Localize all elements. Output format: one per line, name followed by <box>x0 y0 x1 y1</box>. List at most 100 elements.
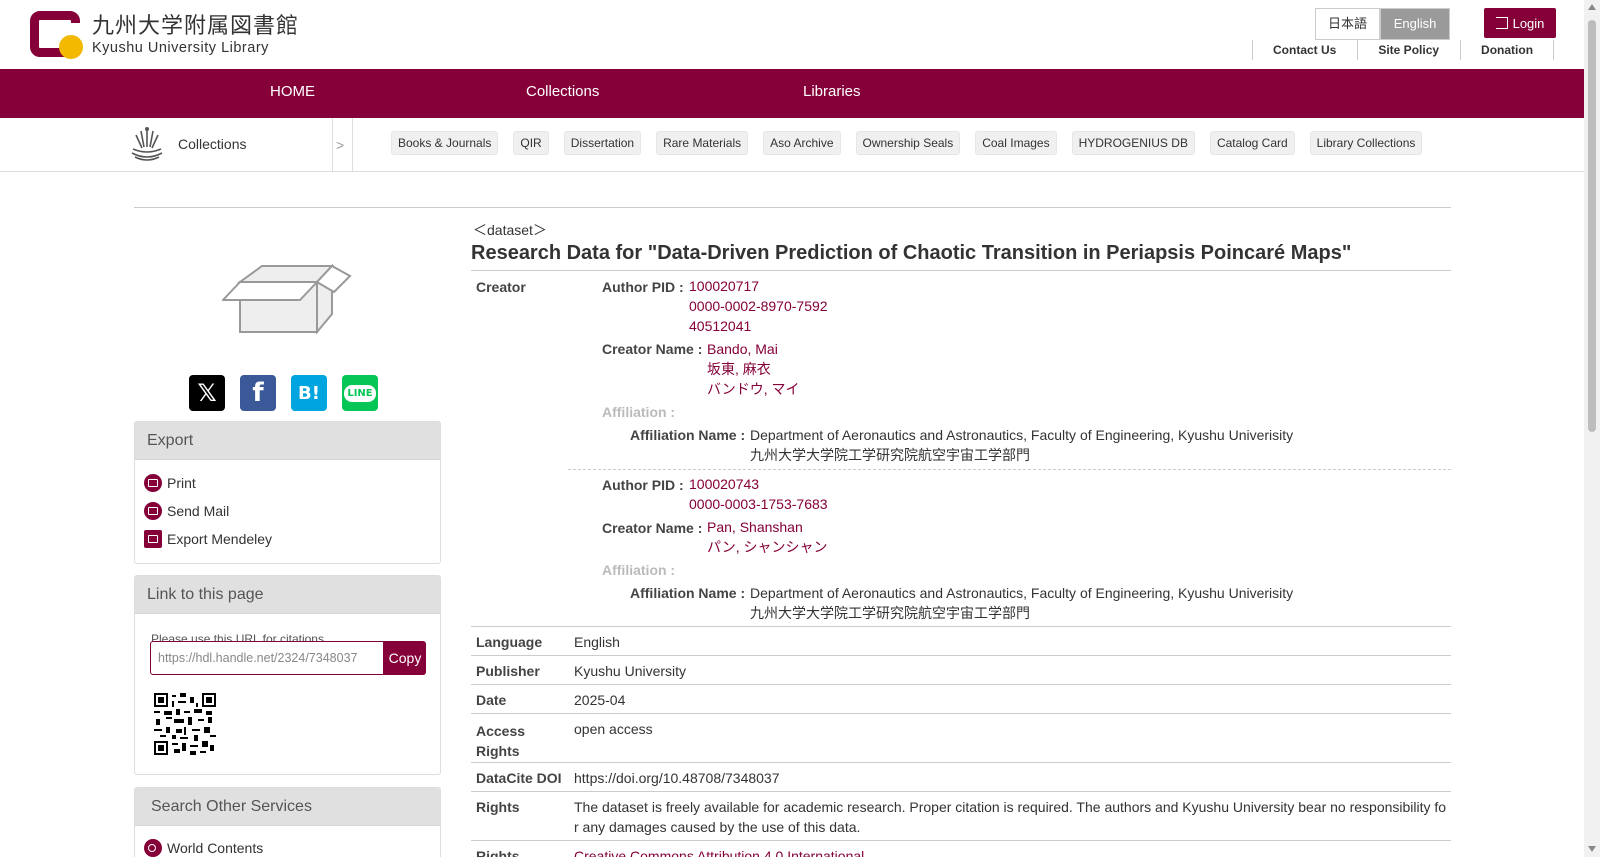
access-rights-label: Access Rights <box>476 723 526 759</box>
affiliation-name: 九州大学大学院工学研究院航空宇宙工学部門 <box>750 605 1030 621</box>
creator-name-link[interactable]: パン, シャンシャン <box>707 537 827 557</box>
kaken-id-link[interactable]: 40512041 <box>689 316 828 336</box>
rights-value: The dataset is freely available for acad… <box>574 799 1447 835</box>
rights-label: Rights <box>476 848 520 857</box>
language-switch: 日本語 English <box>1315 8 1451 40</box>
contact-us-link[interactable]: Contact Us <box>1252 40 1357 60</box>
orcid-link[interactable]: 0000-0002-8970-7592 <box>689 296 828 316</box>
login-label: Login <box>1512 15 1545 31</box>
export-mendeley-link[interactable]: Export Mendeley <box>144 530 272 548</box>
export-panel: Export Print Send Mail Export Mendeley <box>134 421 441 564</box>
share-buttons: 𝕏 f B! LINE <box>189 375 378 411</box>
hatena-bookmark-icon[interactable]: B! <box>291 375 327 411</box>
rights-label: Rights <box>476 799 520 815</box>
chip-coal-images[interactable]: Coal Images <box>975 131 1057 155</box>
creator-name-link[interactable]: Bando, Mai <box>707 339 799 359</box>
library-logo-mark <box>30 11 83 59</box>
main-nav: HOME Collections Libraries <box>0 69 1584 118</box>
chip-dissertation[interactable]: Dissertation <box>563 131 642 155</box>
affiliation-label: Affiliation : <box>602 562 676 578</box>
facebook-share-icon[interactable]: f <box>240 375 276 411</box>
nav-libraries[interactable]: Libraries <box>803 69 861 118</box>
print-label: Print <box>167 475 196 491</box>
collections-bar-title: Collections <box>178 136 247 152</box>
chip-qir[interactable]: QIR <box>513 131 549 155</box>
creator-name-label: Creator Name : <box>602 341 703 357</box>
content-divider <box>134 207 1451 208</box>
access-rights-value: open access <box>574 721 653 737</box>
export-mendeley-label: Export Mendeley <box>167 531 273 547</box>
affiliation-label: Affiliation : <box>602 404 676 420</box>
item-type-breadcrumb: ＜dataset＞ <box>473 222 547 238</box>
export-panel-title: Export <box>135 422 440 460</box>
creator-name-link[interactable]: 坂東, 麻衣 <box>707 359 799 379</box>
donation-link[interactable]: Donation <box>1460 40 1555 60</box>
chip-hydrogenius-db[interactable]: HYDROGENIUS DB <box>1071 131 1195 155</box>
link-panel-title: Link to this page <box>135 576 440 614</box>
search-icon <box>144 839 162 857</box>
mendeley-icon <box>144 530 162 548</box>
chevron-right-icon[interactable]: > <box>336 137 344 153</box>
affiliation-name-label: Affiliation Name : <box>630 427 746 443</box>
search-services-title: Search Other Services <box>135 788 440 826</box>
scrollbar-thumb[interactable] <box>1588 20 1596 432</box>
lang-english-button[interactable]: English <box>1380 8 1451 40</box>
creator-name-link[interactable]: バンドウ, マイ <box>707 379 799 399</box>
affiliation-name: 九州大学大学院工学研究院航空宇宙工学部門 <box>750 447 1030 463</box>
copy-url-button[interactable]: Copy <box>384 641 426 675</box>
site-policy-link[interactable]: Site Policy <box>1357 40 1460 60</box>
nav-home[interactable]: HOME <box>270 69 315 118</box>
datacite-doi-label: DataCite DOI <box>476 770 562 786</box>
publisher-value: Kyushu University <box>574 663 687 679</box>
author-pid-link[interactable]: 100020717 <box>689 276 828 296</box>
collection-chips: Books & Journals QIR Dissertation Rare M… <box>391 131 1423 155</box>
language-label: Language <box>476 634 543 650</box>
license-link[interactable]: Creative Commons Attribution 4.0 Interna… <box>574 846 864 857</box>
chip-library-collections[interactable]: Library Collections <box>1309 131 1423 155</box>
publisher-label: Publisher <box>476 663 540 679</box>
university-emblem-icon <box>131 127 163 161</box>
affiliation-name: Department of Aeronautics and Astronauti… <box>750 427 1294 443</box>
creator-label: Creator <box>476 279 526 295</box>
creator-divider <box>568 469 1451 470</box>
author-pid-label: Author PID : <box>602 279 684 295</box>
login-button[interactable]: Login <box>1484 8 1556 38</box>
date-label: Date <box>476 692 507 708</box>
chip-catalog-card[interactable]: Catalog Card <box>1209 131 1295 155</box>
dataset-box-icon <box>222 263 352 334</box>
qr-code-icon <box>154 693 216 755</box>
world-contents-label: World Contents <box>167 840 264 856</box>
page-scrollbar[interactable] <box>1584 0 1600 857</box>
print-link[interactable]: Print <box>144 474 196 492</box>
creator-name-link[interactable]: Pan, Shanshan <box>707 517 827 537</box>
line-share-icon[interactable]: LINE <box>342 375 378 411</box>
date-value: 2025-04 <box>574 692 626 708</box>
chip-rare-materials[interactable]: Rare Materials <box>656 131 749 155</box>
link-panel: Link to this page Please use this URL fo… <box>134 575 441 775</box>
affiliation-name: Department of Aeronautics and Astronauti… <box>750 585 1294 601</box>
handle-url-input[interactable] <box>150 641 384 675</box>
logo-name-en: Kyushu University Library <box>92 39 269 56</box>
collections-home-link[interactable]: Collections <box>128 125 246 163</box>
printer-icon <box>144 474 162 492</box>
author-pid-label: Author PID : <box>602 477 684 493</box>
orcid-link[interactable]: 0000-0003-1753-7683 <box>689 494 828 514</box>
send-mail-link[interactable]: Send Mail <box>144 502 229 520</box>
nav-collections[interactable]: Collections <box>526 69 599 118</box>
language-value: English <box>574 634 620 650</box>
chip-aso-archive[interactable]: Aso Archive <box>763 131 841 155</box>
send-mail-label: Send Mail <box>167 503 230 519</box>
chip-books-journals[interactable]: Books & Journals <box>391 131 499 155</box>
scroll-up-icon[interactable] <box>1588 4 1596 10</box>
x-share-icon[interactable]: 𝕏 <box>189 375 225 411</box>
scroll-down-icon[interactable] <box>1588 846 1596 852</box>
creator-name-label: Creator Name : <box>602 520 703 536</box>
author-pid-link[interactable]: 100020743 <box>689 474 828 494</box>
site-header: 九州大学附属図書館 Kyushu University Library 日本語 … <box>0 0 1584 69</box>
login-icon <box>1495 17 1508 29</box>
chip-ownership-seals[interactable]: Ownership Seals <box>855 131 961 155</box>
library-logo[interactable]: 九州大学附属図書館 Kyushu University Library <box>30 11 299 59</box>
datacite-doi-value: https://doi.org/10.48708/7348037 <box>574 770 780 786</box>
lang-japanese-button[interactable]: 日本語 <box>1315 8 1381 40</box>
world-contents-link[interactable]: World Contents <box>144 839 263 857</box>
